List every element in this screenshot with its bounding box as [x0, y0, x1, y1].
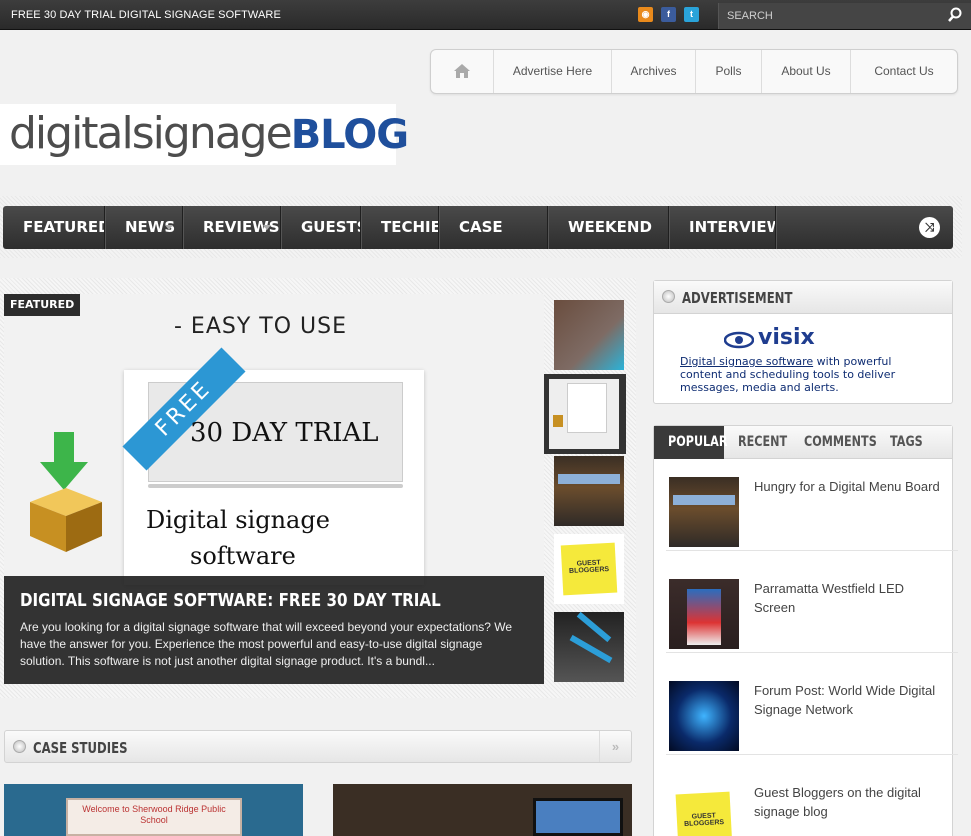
post-thumbnail[interactable]: GUEST BLOGGERS: [669, 783, 739, 836]
trial-text: 30 DAY TRIAL: [190, 418, 379, 448]
slider-thumb[interactable]: [554, 612, 624, 682]
tab-comments[interactable]: COMMENTS: [790, 426, 877, 459]
nav-interviews-label: INTERVIEWS: [689, 218, 775, 236]
nav-guests-label: GUESTS: [301, 218, 361, 236]
nav-advertise-here[interactable]: Advertise Here: [494, 50, 612, 93]
slider-thumb[interactable]: [554, 456, 624, 526]
case-studies-header: CASE STUDIES »: [4, 730, 632, 763]
slide-caption[interactable]: DIGITAL SIGNAGE SOFTWARE: FREE 30 DAY TR…: [4, 576, 544, 684]
advertisement-widget: ADVERTISEMENT visix Digital signage soft…: [653, 280, 953, 404]
thumb-preview: [549, 379, 619, 449]
slider-thumb-active[interactable]: [544, 374, 626, 454]
facebook-icon[interactable]: f: [661, 7, 676, 22]
nav-weekend-fun[interactable]: WEEKEND FUN: [548, 206, 669, 249]
main-nav-wrapper: FEATURED NEWS REVIEWS GUESTS TECHIE CASE…: [0, 196, 962, 258]
software-text: software: [190, 542, 296, 570]
post-title[interactable]: Hungry for a Digital Menu Board: [754, 477, 944, 496]
popular-post[interactable]: GUEST BLOGGERS Guest Bloggers on the dig…: [666, 767, 958, 836]
featured-tag: FEATURED: [4, 294, 81, 316]
popular-post[interactable]: Hungry for a Digital Menu Board: [666, 461, 958, 551]
tab-popular-label: POPULAR: [668, 434, 728, 450]
chevron-down-icon: [165, 225, 173, 230]
header: Advertise Here Archives Polls About Us C…: [0, 30, 971, 180]
site-logo[interactable]: digitalsignageBLOG: [0, 104, 409, 165]
tab-recent[interactable]: RECENT: [724, 426, 790, 459]
shuffle-icon[interactable]: ⤨: [919, 217, 940, 238]
section-bullet-icon: [13, 740, 26, 753]
twitter-icon[interactable]: t: [684, 7, 699, 22]
case-studies-title: CASE STUDIES: [33, 739, 128, 757]
more-case-studies-button[interactable]: »: [599, 731, 631, 762]
section-bullet-icon: [662, 290, 675, 303]
top-nav: Advertise Here Archives Polls About Us C…: [430, 49, 958, 94]
nav-techie[interactable]: TECHIE: [361, 206, 439, 249]
tab-popular[interactable]: POPULAR: [654, 426, 728, 459]
nav-featured[interactable]: FEATURED: [3, 206, 105, 249]
logo-text-light: digitalsignage: [9, 108, 293, 159]
case-study-thumb[interactable]: Welcome to Sherwood Ridge Public School: [4, 784, 303, 836]
nav-interviews[interactable]: INTERVIEWS: [669, 206, 776, 249]
chevron-down-icon: [263, 225, 271, 230]
popular-post[interactable]: Forum Post: World Wide Digital Signage N…: [666, 665, 958, 755]
post-title[interactable]: Forum Post: World Wide Digital Signage N…: [754, 681, 944, 719]
tab-recent-label: RECENT: [738, 434, 788, 450]
guest-bloggers-note: GUEST BLOGGERS: [560, 542, 618, 596]
post-thumbnail[interactable]: [669, 681, 739, 751]
post-thumbnail[interactable]: [669, 579, 739, 649]
card-divider: [148, 484, 403, 488]
nav-news[interactable]: NEWS: [105, 206, 183, 249]
download-box-icon: [26, 432, 106, 557]
nav-contact-us[interactable]: Contact Us: [851, 50, 957, 93]
visix-brand: visix: [758, 325, 815, 350]
tab-tags-label: TAGS: [890, 434, 923, 450]
search-input[interactable]: [727, 8, 927, 24]
case-study-thumb[interactable]: [333, 784, 632, 836]
case-study-sign: Welcome to Sherwood Ridge Public School: [66, 798, 242, 836]
nav-featured-label: FEATURED: [23, 218, 105, 236]
nav-case-study[interactable]: CASE STUDY: [439, 206, 548, 249]
promo-link[interactable]: FREE 30 DAY TRIAL DIGITAL SIGNAGE SOFTWA…: [11, 9, 281, 21]
search-box: [718, 3, 971, 29]
tab-comments-label: COMMENTS: [804, 434, 877, 450]
home-button[interactable]: [431, 50, 494, 93]
nav-case-study-label: CASE STUDY: [459, 218, 503, 236]
nav-reviews[interactable]: REVIEWS: [183, 206, 281, 249]
rss-icon[interactable]: ◉: [638, 7, 653, 22]
nav-guests[interactable]: GUESTS: [281, 206, 361, 249]
visix-text: Digital signage software with powerful c…: [680, 355, 910, 394]
home-icon: [454, 64, 470, 78]
popular-post[interactable]: Parramatta Westfield LED Screen: [666, 563, 958, 653]
featured-slider: FEATURED - EASY TO USE FREE 30 DAY TRIAL…: [0, 278, 636, 698]
tab-tags[interactable]: TAGS: [876, 426, 936, 459]
top-bar: FREE 30 DAY TRIAL DIGITAL SIGNAGE SOFTWA…: [0, 0, 971, 30]
guest-bloggers-note: GUEST BLOGGERS: [675, 791, 733, 836]
post-title[interactable]: Parramatta Westfield LED Screen: [754, 579, 944, 617]
visix-link[interactable]: Digital signage software: [680, 355, 813, 368]
digital-signage-text: Digital signage: [146, 506, 330, 534]
nav-techie-label: TECHIE: [381, 218, 439, 236]
tabs-widget: POPULAR RECENT COMMENTS TAGS Hungry for …: [653, 425, 958, 836]
search-icon[interactable]: [947, 6, 963, 29]
slide-easy-text: - EASY TO USE: [174, 314, 347, 339]
nav-weekend-fun-label: WEEKEND FUN: [568, 218, 652, 236]
slide-caption-title[interactable]: DIGITAL SIGNAGE SOFTWARE: FREE 30 DAY TR…: [20, 590, 447, 611]
post-title[interactable]: Guest Bloggers on the digital signage bl…: [754, 783, 944, 821]
visix-ad[interactable]: visix Digital signage software with powe…: [668, 325, 902, 394]
tabs-bar: POPULAR RECENT COMMENTS TAGS: [654, 426, 952, 459]
visix-eye-icon: [723, 331, 755, 354]
post-thumbnail[interactable]: [669, 477, 739, 547]
advertisement-header: ADVERTISEMENT: [654, 281, 952, 314]
nav-polls[interactable]: Polls: [696, 50, 762, 93]
slider-thumbnails: GUEST BLOGGERS: [544, 294, 632, 684]
nav-about-us[interactable]: About Us: [762, 50, 851, 93]
logo-text-bold: BLOG: [290, 112, 409, 158]
main-nav: FEATURED NEWS REVIEWS GUESTS TECHIE CASE…: [3, 206, 953, 249]
slider-thumb[interactable]: [554, 300, 624, 370]
advertisement-title: ADVERTISEMENT: [682, 289, 793, 307]
nav-archives[interactable]: Archives: [612, 50, 696, 93]
trial-card: FREE 30 DAY TRIAL Digital signage softwa…: [122, 347, 424, 585]
slide-caption-text: Are you looking for a digital signage so…: [20, 620, 513, 668]
slider-thumb[interactable]: GUEST BLOGGERS: [554, 534, 624, 604]
